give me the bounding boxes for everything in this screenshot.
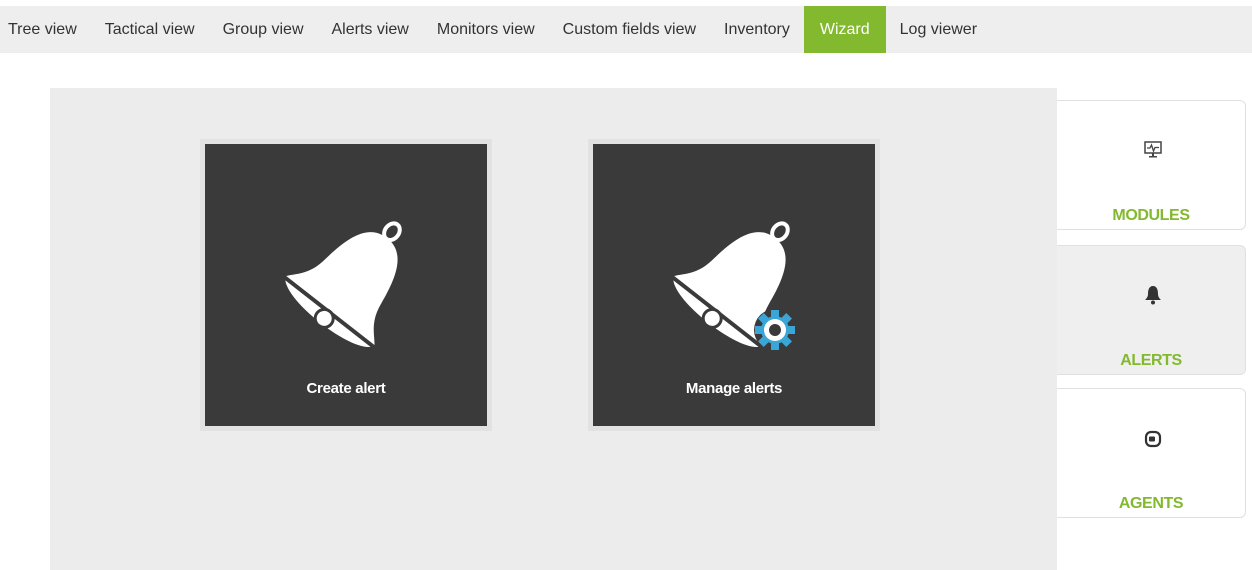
side-label-modules: MODULES — [1112, 207, 1190, 224]
side-label-alerts: ALERTS — [1120, 352, 1182, 369]
bell-gear-icon — [673, 221, 796, 351]
tab-tactical-view[interactable]: Tactical view — [91, 6, 209, 53]
tab-alerts-view[interactable]: Alerts view — [318, 6, 423, 53]
tab-custom-fields-view[interactable]: Custom fields view — [549, 6, 710, 53]
tab-monitors-view[interactable]: Monitors view — [423, 6, 549, 53]
tab-log-viewer[interactable]: Log viewer — [886, 6, 991, 53]
wizard-panel: Create alert Manage alerts — [50, 88, 1057, 570]
bell-icon — [285, 221, 402, 347]
agent-icon — [1144, 430, 1162, 448]
create-alert-label: Create alert — [306, 380, 386, 397]
tab-tree-view[interactable]: Tree view — [8, 6, 91, 53]
create-alert-card[interactable]: Create alert — [200, 139, 492, 431]
side-item-modules[interactable]: MODULES — [1057, 100, 1246, 230]
monitor-icon — [1144, 141, 1162, 158]
tab-group-view[interactable]: Group view — [209, 6, 318, 53]
tab-inventory[interactable]: Inventory — [710, 6, 804, 53]
manage-alerts-label: Manage alerts — [685, 380, 783, 397]
top-tab-bar: Tree view Tactical view Group view Alert… — [0, 6, 1252, 53]
create-alert-tile[interactable]: Create alert — [205, 144, 487, 426]
side-label-agents: AGENTS — [1118, 495, 1184, 512]
manage-alerts-tile[interactable]: Manage alerts — [593, 144, 875, 426]
side-item-alerts[interactable]: ALERTS — [1057, 245, 1246, 375]
bell-icon — [1145, 286, 1161, 305]
tab-wizard[interactable]: Wizard — [803, 6, 886, 53]
manage-alerts-card[interactable]: Manage alerts — [588, 139, 880, 431]
side-item-agents[interactable]: AGENTS — [1057, 388, 1246, 518]
